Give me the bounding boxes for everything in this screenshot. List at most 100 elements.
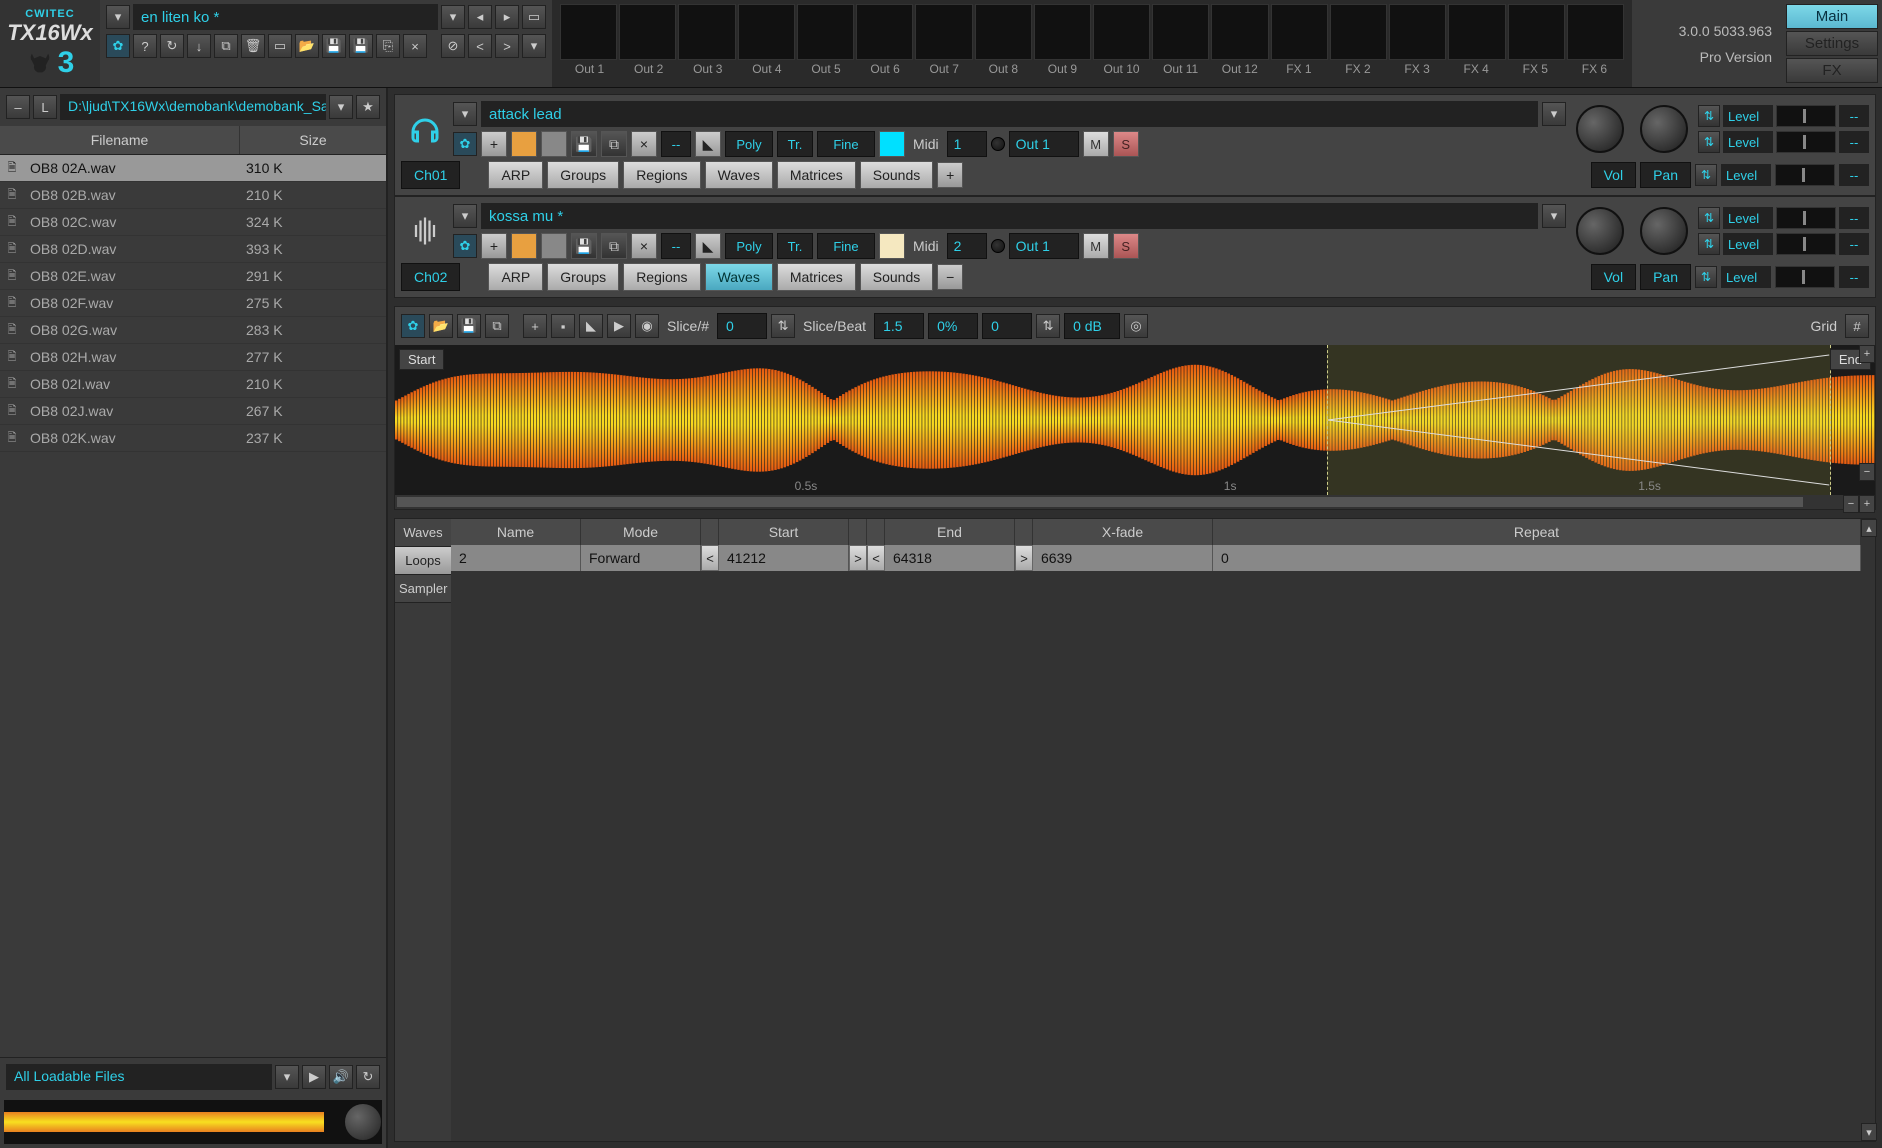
preset-dropdown-icon[interactable]: ▾ [106,5,130,29]
file-row[interactable]: 🗎OB8 02C.wav324 K [0,209,386,236]
zoom-h-out-icon[interactable]: − [1843,495,1859,513]
ch-close-icon[interactable]: × [631,233,657,259]
send2-label[interactable]: Level [1723,131,1773,153]
zoom-h-in-icon[interactable]: + [1859,495,1875,513]
side-tab-loops[interactable]: Loops [395,547,451,575]
zoom-v-in-icon[interactable]: + [1859,345,1875,363]
level-opts2-icon[interactable]: ⇅ [1698,233,1720,255]
tab-groups[interactable]: Groups [547,161,619,189]
preset-window-icon[interactable]: ▭ [522,5,546,29]
file-row[interactable]: 🗎OB8 02B.wav210 K [0,182,386,209]
loop-xfade[interactable]: 6639 [1033,545,1213,571]
preset-next-icon[interactable]: ▸ [495,5,519,29]
ch-select-icon[interactable]: ▾ [1542,102,1566,126]
loop-mode[interactable]: Forward [581,545,701,571]
ch-select-icon[interactable]: ▾ [1542,204,1566,228]
loop-scroll-down-icon[interactable]: ▾ [1861,1123,1877,1141]
preview-volume-knob[interactable] [344,1103,382,1141]
output-meter[interactable] [678,4,735,60]
ch-fine-button[interactable]: Fine [817,131,875,157]
we-add-icon[interactable]: + [523,314,547,338]
ch-dash1[interactable]: -- [661,131,691,157]
ch-output-select[interactable]: Out 1 [1009,233,1079,259]
slice-beat-field[interactable]: 1.5 [874,313,924,339]
save-icon[interactable]: 💾 [322,34,346,58]
output-meter[interactable] [797,4,854,60]
ch-poly-button[interactable]: Poly [725,233,773,259]
send3-value[interactable]: -- [1839,164,1869,186]
file-filter-select[interactable]: All Loadable Files [6,1064,272,1090]
ch-knob-1[interactable] [1576,105,1624,153]
we-slice-icon[interactable]: ⇅ [771,314,795,338]
nav-right-icon[interactable]: > [495,34,519,58]
loop-end-dec-icon[interactable]: < [867,545,885,571]
output-meter[interactable] [1152,4,1209,60]
browser-collapse-icon[interactable]: – [6,95,30,119]
tab-matrices[interactable]: Matrices [777,263,856,291]
ch-color2-icon[interactable] [541,233,567,259]
file-row[interactable]: 🗎OB8 02A.wav310 K [0,155,386,182]
output-meter[interactable] [975,4,1032,60]
send1-value[interactable]: -- [1839,207,1869,229]
ch-close-icon[interactable]: × [631,131,657,157]
col-filename[interactable]: Filename [0,126,240,154]
ch-midi-field[interactable]: 2 [947,233,987,259]
lh-name[interactable]: Name [451,519,581,545]
output-meter[interactable] [1211,4,1268,60]
output-meter[interactable] [856,4,913,60]
browser-path-field[interactable]: D:\ljud\TX16Wx\demobank\demobank_Samp [60,94,326,120]
send1-slider[interactable] [1776,207,1836,229]
waveform-display[interactable]: Start End 0.5s 1s 1.5s + − [395,345,1875,495]
send2-slider[interactable] [1776,131,1836,153]
ch-save-icon[interactable]: 💾 [571,131,597,157]
ch-color2-icon[interactable] [541,131,567,157]
loop-row[interactable]: 2 Forward < 41212 > < 64318 > 6639 0 [451,545,1861,571]
lh-repeat[interactable]: Repeat [1213,519,1861,545]
send3-slider[interactable] [1775,266,1835,288]
ch-add-icon[interactable]: + [481,131,507,157]
send2-value[interactable]: -- [1839,233,1869,255]
slice-pct-field[interactable]: 0% [928,313,978,339]
side-tab-waves[interactable]: Waves [395,519,451,547]
preset-name-field[interactable]: en liten ko * [133,4,438,30]
we-record-icon[interactable]: ◉ [635,314,659,338]
output-meter[interactable] [1448,4,1505,60]
we-mode2-icon[interactable]: ◣ [579,314,603,338]
ch-mute-button[interactable]: M [1083,131,1109,157]
filter-dropdown-icon[interactable]: ▾ [275,1065,299,1089]
ch-copy-icon[interactable]: ⧉ [601,131,627,157]
tab-main[interactable]: Main [1786,4,1878,29]
ch-save-icon[interactable]: 💾 [571,233,597,259]
nav-list-icon[interactable]: ▾ [522,34,546,58]
lh-end[interactable]: End [885,519,1015,545]
loop-repeat[interactable]: 0 [1213,545,1861,571]
send1-label[interactable]: Level [1723,105,1773,127]
preview-play-icon[interactable]: ▶ [302,1065,326,1089]
output-meter[interactable] [1034,4,1091,60]
level-opts3-icon[interactable]: ⇅ [1695,164,1717,186]
new-icon[interactable]: ▭ [268,34,292,58]
output-meter[interactable] [1508,4,1565,60]
loop-start-dec-icon[interactable]: < [701,545,719,571]
ch-mute-button[interactable]: M [1083,233,1109,259]
preset-prev-icon[interactable]: ◂ [468,5,492,29]
ch-solo-button[interactable]: S [1113,131,1139,157]
tab-sounds[interactable]: Sounds [860,161,933,189]
ch-gear-icon[interactable]: ✿ [453,132,477,156]
wave-h-scrollbar[interactable]: − + [395,495,1875,509]
loop-icon[interactable]: ↻ [160,34,184,58]
ch-display-color[interactable] [879,233,905,259]
tab-regions[interactable]: Regions [623,263,700,291]
wave-loop-region[interactable] [1327,345,1830,495]
file-row[interactable]: 🗎OB8 02H.wav277 K [0,344,386,371]
loop-start-inc-icon[interactable]: > [849,545,867,571]
output-meter[interactable] [1093,4,1150,60]
panic-icon[interactable]: ⊘ [441,34,465,58]
send3-label[interactable]: Level [1721,164,1771,186]
ch-output-select[interactable]: Out 1 [1009,131,1079,157]
tab-arp[interactable]: ARP [488,161,543,189]
output-meter[interactable] [915,4,972,60]
tab-fx[interactable]: FX [1786,58,1878,83]
trash-icon[interactable]: 🗑 [241,34,265,58]
send2-slider[interactable] [1776,233,1836,255]
